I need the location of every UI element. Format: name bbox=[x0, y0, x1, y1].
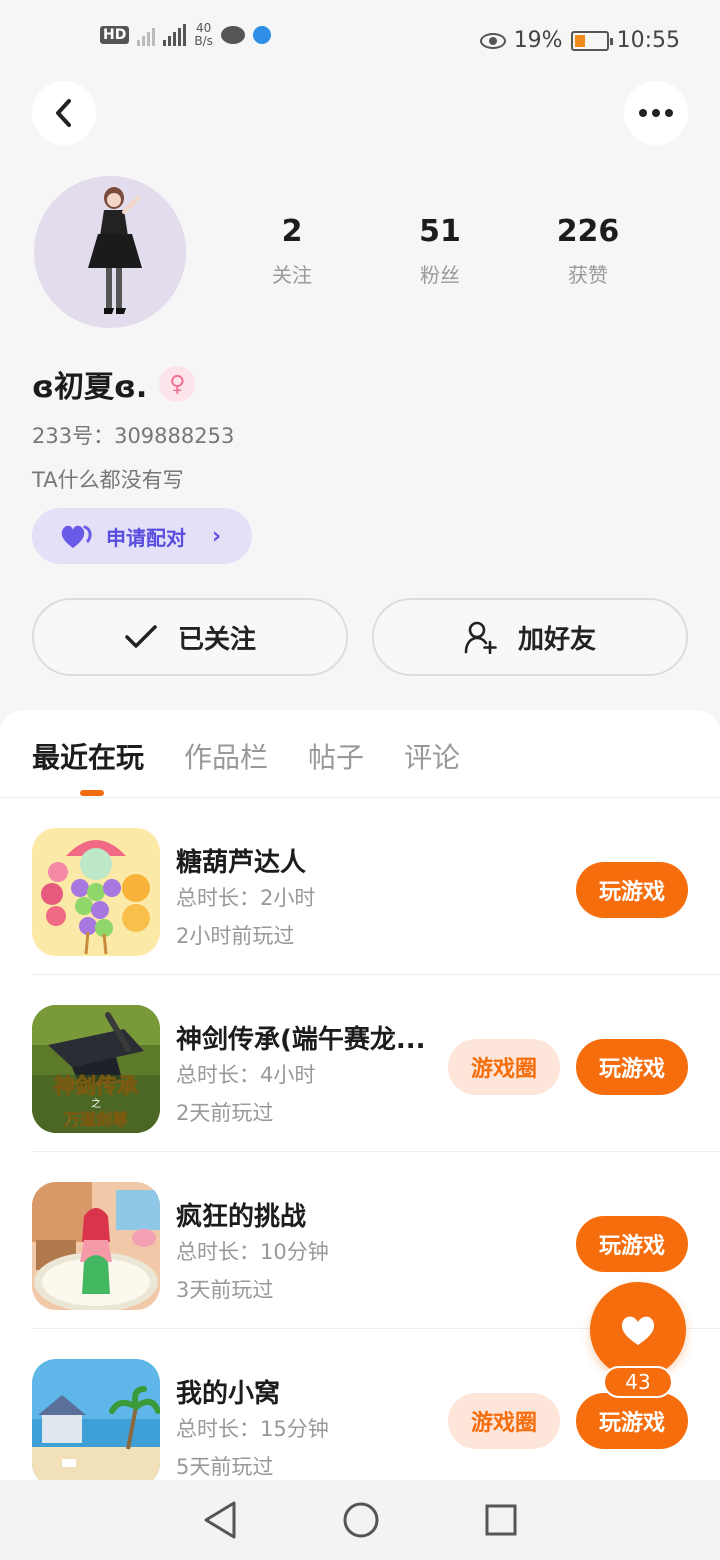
tanghulu-art bbox=[32, 828, 160, 956]
play-game-button[interactable]: 玩游戏 bbox=[576, 1393, 688, 1449]
add-friend-label: 加好友 bbox=[517, 624, 596, 655]
status-bar: HD 40 B/s 19% 10:55 bbox=[0, 0, 720, 84]
tab-recently-played[interactable]: 最近在玩 bbox=[32, 736, 144, 796]
more-dots-icon bbox=[639, 109, 673, 117]
play-game-button[interactable]: 玩游戏 bbox=[576, 862, 688, 918]
game-circle-button[interactable]: 游戏圈 bbox=[448, 1039, 560, 1095]
game-duration: 总时长：4小时 bbox=[176, 1063, 316, 1087]
status-right: 19% 10:55 bbox=[479, 28, 680, 53]
avatar-figure bbox=[34, 176, 186, 328]
stat-likes-count: 226 bbox=[556, 214, 620, 249]
back-button[interactable] bbox=[32, 81, 96, 145]
game-icon-xiaowo[interactable] bbox=[32, 1359, 160, 1487]
tab-comments[interactable]: 评论 bbox=[404, 736, 460, 776]
status-left: HD 40 B/s bbox=[100, 22, 271, 48]
nav-recents-icon[interactable] bbox=[484, 1503, 518, 1537]
like-count-badge: 43 bbox=[603, 1366, 673, 1398]
battery-percent: 19% bbox=[513, 28, 563, 53]
chevron-left-icon bbox=[56, 99, 71, 127]
game-icon-shenjian[interactable]: 神剑传承 之 万道剑尊 bbox=[32, 1005, 160, 1133]
game-duration: 总时长：2小时 bbox=[176, 886, 316, 910]
game-icon-tanghulu[interactable] bbox=[32, 828, 160, 956]
chevron-right-icon: › bbox=[212, 523, 222, 549]
stat-following-count: 2 bbox=[281, 214, 303, 249]
profile-stats: 2 关注 51 粉丝 226 获赞 bbox=[218, 214, 662, 288]
shenjian-art: 神剑传承 之 万道剑尊 bbox=[32, 1005, 160, 1133]
add-user-icon bbox=[464, 621, 497, 654]
hd-icon: HD bbox=[100, 26, 130, 44]
xiaowo-art bbox=[32, 1359, 160, 1487]
game-name: 糖葫芦达人 bbox=[176, 848, 307, 878]
followed-button[interactable]: 已关注 bbox=[32, 598, 348, 676]
stat-following-label: 关注 bbox=[272, 263, 312, 287]
net-speed-unit: B/s bbox=[194, 34, 213, 48]
user-bio: TA什么都没有写 bbox=[32, 468, 184, 492]
like-floating-button[interactable] bbox=[590, 1282, 686, 1378]
checkmark-icon bbox=[125, 625, 157, 648]
request-pair-button[interactable]: 申请配对 › bbox=[32, 508, 252, 564]
nav-back-icon[interactable] bbox=[202, 1500, 238, 1540]
game-name: 我的小窝 bbox=[176, 1379, 281, 1409]
game-name: 神剑传承(端午赛龙... bbox=[176, 1025, 426, 1055]
heart-pair-icon bbox=[61, 525, 92, 548]
challenge-art bbox=[32, 1182, 160, 1310]
stat-followers-count: 51 bbox=[419, 214, 461, 249]
game-last-played: 2小时前玩过 bbox=[176, 924, 295, 948]
heart-icon bbox=[621, 1316, 655, 1345]
add-friend-button[interactable]: 加好友 bbox=[372, 598, 688, 676]
stat-followers[interactable]: 51 粉丝 bbox=[366, 214, 514, 288]
net-speed-value: 40 bbox=[195, 21, 212, 35]
signal-4g-icon bbox=[163, 24, 187, 46]
stat-likes[interactable]: 226 获赞 bbox=[514, 214, 662, 288]
wechat-icon bbox=[220, 26, 245, 44]
game-icon-challenge[interactable] bbox=[32, 1182, 160, 1310]
game-duration: 总时长：10分钟 bbox=[176, 1240, 329, 1264]
list-item[interactable]: 神剑传承 之 万道剑尊 神剑传承(端午赛龙... 总时长：4小时 2天前玩过 游… bbox=[0, 975, 720, 1152]
list-item[interactable]: 糖葫芦达人 总时长：2小时 2小时前玩过 玩游戏 bbox=[0, 798, 720, 975]
more-button[interactable] bbox=[624, 81, 688, 145]
stat-following[interactable]: 2 关注 bbox=[218, 214, 366, 288]
followed-label: 已关注 bbox=[177, 624, 256, 655]
tab-works[interactable]: 作品栏 bbox=[184, 736, 268, 776]
game-icon-particle: 之 bbox=[91, 1097, 101, 1110]
profile-tabs: 最近在玩 作品栏 帖子 评论 bbox=[32, 736, 460, 796]
game-circle-button[interactable]: 游戏圈 bbox=[448, 1393, 560, 1449]
nickname: ɞ初夏ɞ. bbox=[32, 370, 148, 405]
stat-likes-label: 获赞 bbox=[568, 263, 608, 287]
game-last-played: 2天前玩过 bbox=[176, 1101, 274, 1125]
game-name: 疯狂的挑战 bbox=[176, 1202, 307, 1232]
play-game-button[interactable]: 玩游戏 bbox=[576, 1216, 688, 1272]
nav-home-icon[interactable] bbox=[342, 1501, 380, 1539]
game-icon-subtitle: 万道剑尊 bbox=[63, 1110, 128, 1129]
nickname-row: ɞ初夏ɞ. ♀ bbox=[32, 362, 196, 406]
play-game-button[interactable]: 玩游戏 bbox=[576, 1039, 688, 1095]
game-last-played: 5天前玩过 bbox=[176, 1455, 274, 1479]
user-id: 233号：309888253 bbox=[32, 424, 235, 448]
signal-sim2-icon bbox=[137, 24, 156, 46]
game-duration: 总时长：15分钟 bbox=[176, 1417, 329, 1441]
female-gender-icon: ♀ bbox=[159, 366, 196, 402]
net-speed: 40 B/s bbox=[194, 22, 213, 48]
game-list: 糖葫芦达人 总时长：2小时 2小时前玩过 玩游戏 神剑传承 之 万道剑尊 神剑传… bbox=[0, 798, 720, 1506]
request-pair-label: 申请配对 bbox=[106, 525, 186, 550]
stat-followers-label: 粉丝 bbox=[420, 263, 460, 287]
avatar[interactable] bbox=[34, 176, 186, 328]
tab-posts[interactable]: 帖子 bbox=[308, 736, 364, 776]
game-icon-title: 神剑传承 bbox=[54, 1074, 138, 1098]
clock: 10:55 bbox=[616, 28, 680, 53]
game-last-played: 3天前玩过 bbox=[176, 1278, 274, 1302]
system-nav-bar bbox=[0, 1480, 720, 1560]
browser-icon bbox=[252, 26, 271, 44]
eye-icon bbox=[479, 32, 506, 49]
battery-icon bbox=[570, 30, 613, 51]
